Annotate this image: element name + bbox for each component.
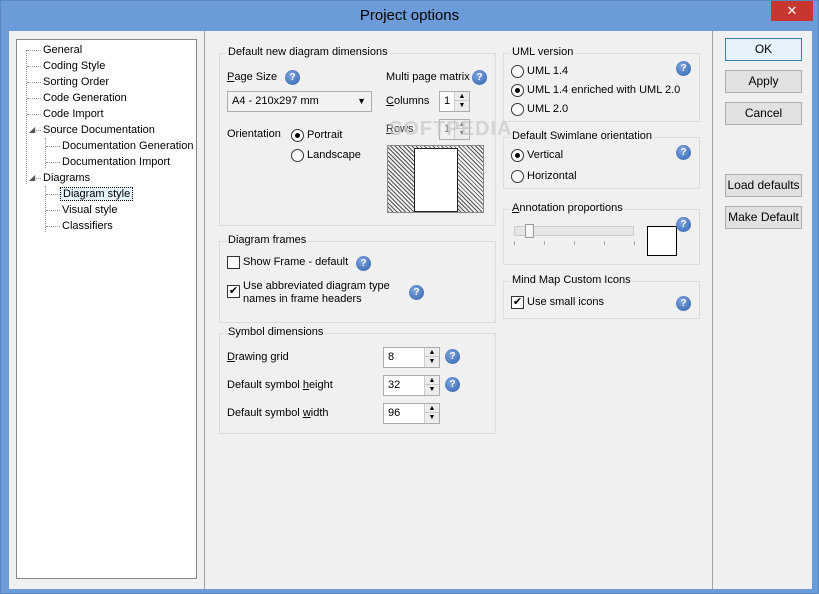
abbreviated-names-checkbox[interactable]: ✔ xyxy=(227,285,240,298)
annotation-preview-box xyxy=(647,226,677,256)
chevron-down-icon: ▼ xyxy=(357,96,366,106)
annotation-proportions-group: Annotation proportions ? xyxy=(503,202,700,265)
drawing-grid-label: Drawing grid xyxy=(227,351,289,363)
close-icon[interactable]: ✕ xyxy=(771,1,813,21)
uml-20-label: UML 2.0 xyxy=(527,103,569,115)
landscape-label: Landscape xyxy=(307,149,361,161)
title-bar: Project options ✕ xyxy=(1,1,818,31)
abbreviated-names-label-line2: names in frame headers xyxy=(243,293,362,305)
vertical-radio[interactable] xyxy=(511,149,524,162)
tree-item-classifiers[interactable]: Classifiers xyxy=(62,219,113,234)
group-title: Default new diagram dimensions xyxy=(226,46,390,58)
multi-page-label: Multi page matrix xyxy=(386,71,470,83)
options-tree[interactable]: ◢ ◢ General Coding Style Sorting Order C… xyxy=(16,39,197,579)
diagram-frames-group: Diagram frames Show Frame - default ? ✔ … xyxy=(219,234,496,323)
orientation-label: Orientation xyxy=(227,128,281,140)
load-defaults-button[interactable]: Load defaults xyxy=(725,174,802,197)
help-icon[interactable]: ? xyxy=(409,285,424,300)
landscape-radio[interactable] xyxy=(291,149,304,162)
horizontal-label: Horizontal xyxy=(527,170,577,182)
window-title: Project options xyxy=(359,7,460,24)
abbreviated-names-label-line1: Use abbreviated diagram type xyxy=(243,280,390,292)
right-divider xyxy=(712,31,713,589)
symbol-height-label: Default symbol height xyxy=(227,379,333,391)
uml-version-group: UML version UML 1.4 UML 1.4 enriched wit… xyxy=(503,46,700,122)
tree-item-general[interactable]: General xyxy=(43,43,82,58)
page-preview-sheet xyxy=(414,148,458,212)
vertical-label: Vertical xyxy=(527,149,564,161)
tree-item-documentation-import[interactable]: Documentation Import xyxy=(62,155,170,170)
drawing-grid-stepper[interactable]: 8 ▲ ▼ xyxy=(383,347,440,368)
tree-item-source-documentation[interactable]: Source Documentation xyxy=(43,123,155,138)
uml-20-radio[interactable] xyxy=(511,103,524,116)
tree-item-code-import[interactable]: Code Import xyxy=(43,107,104,122)
help-icon[interactable]: ? xyxy=(676,145,691,160)
small-icons-checkbox[interactable]: ✔ xyxy=(511,296,524,309)
swimlane-orientation-group: Default Swimlane orientation Vertical Ho… xyxy=(503,130,700,189)
symbol-width-label: Default symbol width xyxy=(227,407,329,419)
mind-map-icons-group: Mind Map Custom Icons ✔ Use small icons … xyxy=(503,274,700,319)
uml-14-enriched-label: UML 1.4 enriched with UML 2.0 xyxy=(527,84,681,96)
help-icon[interactable]: ? xyxy=(676,61,691,76)
tree-item-visual-style[interactable]: Visual style xyxy=(62,203,117,218)
project-options-window: Project options ✕ ◢ ◢ General Coding Sty… xyxy=(0,0,819,594)
tree-item-diagrams[interactable]: Diagrams xyxy=(43,171,90,186)
uml-14-label: UML 1.4 xyxy=(527,65,569,77)
symbol-height-stepper[interactable]: 32 ▲ ▼ xyxy=(383,375,440,396)
make-default-button[interactable]: Make Default xyxy=(725,206,802,229)
group-title: UML version xyxy=(510,46,576,58)
ok-button[interactable]: OK xyxy=(725,38,802,61)
group-title: Symbol dimensions xyxy=(226,326,326,338)
help-icon[interactable]: ? xyxy=(445,377,460,392)
tree-item-code-generation[interactable]: Code Generation xyxy=(43,91,127,106)
tree-item-diagram-style[interactable]: Diagram style xyxy=(60,187,134,202)
help-icon[interactable]: ? xyxy=(472,70,487,85)
group-title: Annotation proportions xyxy=(510,202,625,214)
cancel-button[interactable]: Cancel xyxy=(725,102,802,125)
columns-stepper[interactable]: 1 ▲ ▼ xyxy=(439,91,470,112)
help-icon[interactable]: ? xyxy=(356,256,371,271)
symbol-dimensions-group: Symbol dimensions Drawing grid 8 ▲ ▼ ? De… xyxy=(219,326,496,434)
tree-item-coding-style[interactable]: Coding Style xyxy=(43,59,105,74)
apply-button[interactable]: Apply xyxy=(725,70,802,93)
symbol-width-stepper[interactable]: 96 ▲ ▼ xyxy=(383,403,440,424)
help-icon[interactable]: ? xyxy=(445,349,460,364)
tree-item-sorting-order[interactable]: Sorting Order xyxy=(43,75,109,90)
group-title: Default Swimlane orientation xyxy=(510,130,655,142)
help-icon[interactable]: ? xyxy=(676,217,691,232)
horizontal-radio[interactable] xyxy=(511,170,524,183)
small-icons-label: Use small icons xyxy=(527,296,605,308)
watermark: SOFTPEDIA xyxy=(389,118,513,140)
page-size-select[interactable]: A4 - 210x297 mm ▼ xyxy=(227,91,372,112)
columns-label: Columns xyxy=(386,95,430,107)
portrait-radio[interactable] xyxy=(291,129,304,142)
dialog-body: ◢ ◢ General Coding Style Sorting Order C… xyxy=(9,31,812,589)
help-icon[interactable]: ? xyxy=(285,70,300,85)
collapse-icon[interactable]: ◢ xyxy=(29,125,35,134)
portrait-label: Portrait xyxy=(307,129,343,141)
group-title: Diagram frames xyxy=(226,234,309,246)
show-frame-checkbox[interactable] xyxy=(227,256,240,269)
uml-14-enriched-radio[interactable] xyxy=(511,84,524,97)
tree-item-documentation-generation[interactable]: Documentation Generation xyxy=(62,139,193,154)
annotation-slider-thumb[interactable] xyxy=(525,224,535,238)
group-title: Mind Map Custom Icons xyxy=(510,274,633,286)
show-frame-label: Show Frame - default xyxy=(243,256,349,268)
uml-14-radio[interactable] xyxy=(511,65,524,78)
collapse-icon[interactable]: ◢ xyxy=(29,173,35,182)
help-icon[interactable]: ? xyxy=(676,296,691,311)
page-size-label: Page Size xyxy=(227,71,278,83)
page-preview xyxy=(387,145,484,213)
left-divider xyxy=(204,31,205,589)
